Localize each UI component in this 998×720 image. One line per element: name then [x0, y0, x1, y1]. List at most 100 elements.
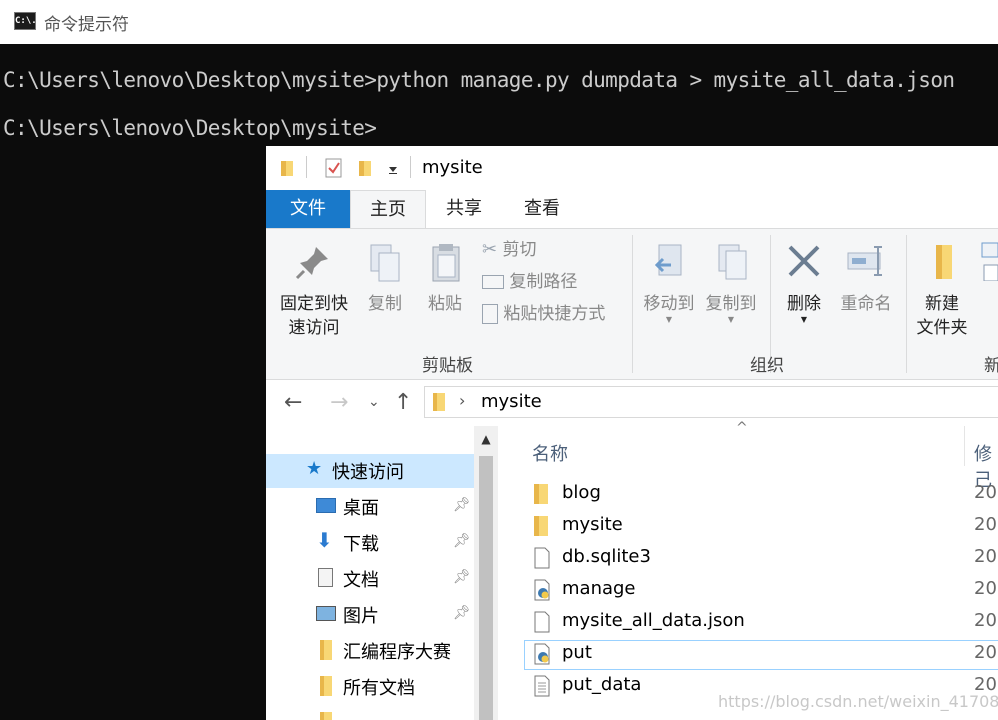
properties-icon[interactable]	[324, 158, 344, 178]
nav-label: 汇编程序大赛	[343, 642, 451, 663]
up-arrow-icon[interactable]: ↑	[394, 390, 412, 415]
nav-item-folder[interactable]	[266, 706, 474, 720]
tab-share[interactable]: 共享	[430, 190, 498, 228]
nav-item-desktop[interactable]: 桌面 📌︎	[266, 490, 474, 524]
nav-item-folder[interactable]: 所有文档	[266, 670, 474, 704]
scrollbar-thumb[interactable]	[479, 456, 493, 720]
folder-icon	[433, 393, 445, 411]
download-icon: ⬇	[316, 528, 333, 552]
address-text: mysite	[481, 391, 542, 412]
python-file-icon	[534, 579, 550, 601]
ribbon-tabs: 文件 主页 共享 查看	[266, 190, 998, 229]
tab-view[interactable]: 查看	[506, 190, 578, 228]
nav-item-folder[interactable]: 汇编程序大赛	[266, 634, 474, 668]
delete-label: 删除	[787, 294, 821, 314]
tab-file[interactable]: 文件	[266, 190, 350, 228]
delete-x-icon	[788, 245, 820, 277]
copy-button[interactable]: 复制	[360, 241, 410, 316]
cut-button[interactable]: ✂ 剪切	[482, 237, 537, 263]
file-name: blog	[562, 482, 601, 503]
move-to-button[interactable]: 移动到 ▼	[638, 241, 700, 324]
window-title: mysite	[422, 157, 483, 178]
cmd-window-title: 命令提示符	[44, 15, 129, 35]
folder-icon	[320, 712, 332, 720]
nav-item-documents[interactable]: 文档 📌︎	[266, 562, 474, 596]
file-row[interactable]: manage 20	[524, 576, 998, 606]
new-item-icon[interactable]	[978, 241, 998, 282]
scroll-up-icon[interactable]: ▲	[477, 432, 495, 450]
pin-icon	[295, 247, 328, 280]
new-folder-label-line1: 新建	[925, 294, 959, 314]
nav-quick-access[interactable]: ★ 快速访问	[266, 454, 474, 488]
group-separator	[632, 235, 633, 373]
pin-icon[interactable]: 📌︎	[453, 569, 471, 585]
paste-shortcut-icon	[482, 304, 498, 324]
blank-file-icon	[534, 547, 550, 569]
python-file-icon	[534, 643, 550, 665]
folder-icon	[320, 676, 332, 696]
rename-button[interactable]: 重命名	[834, 241, 898, 316]
nav-label: 所有文档	[343, 678, 415, 699]
nav-label: 快速访问	[332, 462, 404, 483]
copy-path-label: 复制路径	[509, 272, 578, 292]
copy-to-icon	[718, 244, 747, 280]
column-divider[interactable]	[964, 426, 965, 466]
pin-icon[interactable]: 📌︎	[453, 533, 471, 549]
file-row[interactable]: db.sqlite3 20	[524, 544, 998, 574]
file-date: 20	[974, 642, 997, 663]
file-date: 20	[974, 482, 997, 503]
folder-icon	[534, 484, 548, 504]
sort-ascending-icon: ^	[736, 420, 748, 436]
file-list[interactable]: ^ 名称 修己 blog 20 mysite 20 db.sqlite3 20 …	[498, 420, 998, 720]
new-folder-icon[interactable]	[358, 159, 372, 177]
paste-shortcut-button[interactable]: 粘贴快捷方式	[482, 301, 605, 327]
move-to-icon	[654, 244, 682, 276]
file-name: db.sqlite3	[562, 546, 651, 567]
pin-icon[interactable]: 📌︎	[453, 605, 471, 621]
paste-button[interactable]: 粘贴	[420, 241, 470, 316]
breadcrumb-chevron-icon[interactable]: ›	[459, 391, 465, 410]
new-folder-label-line2: 文件夹	[916, 318, 968, 338]
file-row[interactable]: mysite_all_data.json 20	[524, 608, 998, 638]
new-group-label: 新	[984, 356, 998, 376]
nav-item-pictures[interactable]: 图片 📌︎	[266, 598, 474, 632]
group-separator	[906, 235, 907, 373]
cmd-app-icon: C:\.	[14, 12, 37, 30]
cmd-titlebar[interactable]: C:\. 命令提示符	[0, 0, 998, 44]
chevron-down-icon[interactable]	[388, 166, 398, 174]
delete-button[interactable]: 删除 ▼	[776, 241, 832, 324]
new-folder-button[interactable]: 新建 文件夹	[910, 241, 974, 340]
navigation-pane[interactable]: ★ 快速访问 桌面 📌︎ ⬇ 下载 📌︎ 文档 📌︎ 图片 📌︎ 汇编程序大赛	[266, 426, 474, 720]
back-arrow-icon[interactable]: ←	[284, 390, 302, 415]
file-row-hovered[interactable]: put 20	[524, 640, 998, 670]
file-row[interactable]: blog 20	[524, 480, 998, 510]
file-name: mysite_all_data.json	[562, 610, 745, 631]
ribbon: 固定到快 速访问 复制 粘贴 ✂ 剪切 复制路径 粘贴快捷方式 剪贴板 移动到	[266, 229, 998, 380]
copy-label: 复制	[368, 294, 402, 314]
column-header-name[interactable]: 名称	[532, 440, 568, 466]
folder-icon	[534, 516, 548, 536]
nav-label: 图片	[343, 606, 379, 627]
toolbar-separator	[410, 156, 411, 178]
address-bar[interactable]: › mysite	[424, 386, 998, 418]
move-to-label: 移动到	[643, 294, 695, 314]
tab-home[interactable]: 主页	[350, 190, 426, 228]
copy-path-icon	[482, 275, 504, 289]
clipboard-group-label: 剪贴板	[422, 356, 473, 376]
navigation-bar: ← → ⌄ ↑ › mysite	[266, 380, 998, 426]
copy-path-button[interactable]: 复制路径	[482, 269, 577, 295]
file-name: mysite	[562, 514, 623, 535]
recent-locations-chevron-icon[interactable]: ⌄	[368, 394, 380, 410]
paste-label: 粘贴	[428, 294, 462, 314]
file-date: 20	[974, 514, 997, 535]
pin-icon[interactable]: 📌︎	[453, 497, 471, 513]
desktop-icon	[316, 498, 336, 513]
nav-item-downloads[interactable]: ⬇ 下载 📌︎	[266, 526, 474, 560]
delete-dropdown-icon: ▼	[800, 315, 808, 324]
pin-to-quick-access-button[interactable]: 固定到快 速访问	[274, 241, 354, 340]
forward-arrow-icon[interactable]: →	[330, 390, 348, 415]
file-row[interactable]: mysite 20	[524, 512, 998, 542]
file-explorer-window: mysite 文件 主页 共享 查看 固定到快 速访问 复制 粘贴 ✂ 剪切 复…	[266, 146, 998, 720]
nav-pane-scrollbar[interactable]: ▲	[474, 426, 498, 720]
copy-to-button[interactable]: 复制到 ▼	[700, 241, 762, 324]
